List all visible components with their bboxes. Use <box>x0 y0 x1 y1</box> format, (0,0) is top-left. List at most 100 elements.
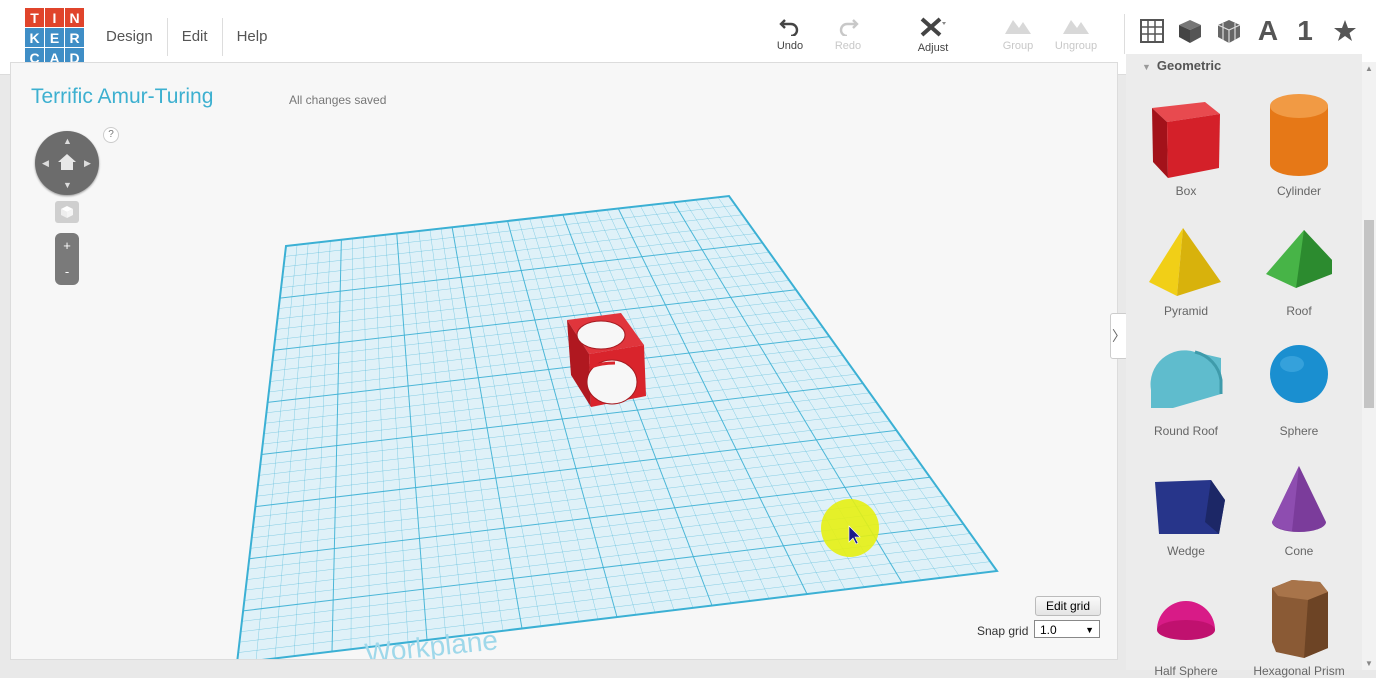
wireframe-cube-icon <box>1217 20 1241 43</box>
view-cube-navigator[interactable]: ▲ ▼ ◀ ▶ <box>35 131 99 195</box>
shape-label: Half Sphere <box>1154 664 1218 678</box>
group-icon <box>1005 20 1031 34</box>
round-roof-shape-icon <box>1150 350 1223 408</box>
adjust-label: Adjust <box>917 42 949 54</box>
pan-right-icon[interactable]: ▶ <box>84 158 91 169</box>
geometric-section-header[interactable]: ▼ Geometric <box>1142 58 1221 73</box>
snap-grid-value: 1.0 <box>1040 623 1057 637</box>
shape-label: Roof <box>1286 304 1312 318</box>
logo-letter: N <box>65 8 84 27</box>
pan-left-icon[interactable]: ◀ <box>42 158 49 169</box>
scroll-down-icon[interactable]: ▼ <box>1365 659 1373 668</box>
zoom-control: + - <box>55 233 79 285</box>
section-title: Geometric <box>1156 58 1222 73</box>
shape-hexagonal-prism[interactable]: Hexagonal Prism <box>1249 572 1349 678</box>
shape-label: Box <box>1175 184 1197 198</box>
text-tab[interactable]: A <box>1251 14 1285 48</box>
shape-label: Round Roof <box>1153 424 1219 438</box>
pyramid-shape-icon <box>1149 228 1221 296</box>
logo-letter: K <box>25 28 44 47</box>
panel-scrollbar[interactable]: ▲ ▼ <box>1362 62 1376 670</box>
help-button[interactable]: ? <box>103 127 119 143</box>
logo-letter: E <box>45 28 64 47</box>
logo-letter: T <box>25 8 44 27</box>
logo-letter: I <box>45 8 64 27</box>
shape-label: Wedge <box>1167 544 1205 558</box>
hexagonal-prism-shape-icon <box>1272 580 1328 658</box>
cube-icon <box>1179 20 1201 43</box>
shape-label: Pyramid <box>1163 304 1208 318</box>
dropdown-arrow-icon: ▼ <box>1085 625 1094 635</box>
chevron-right-icon: 〉 <box>1112 328 1126 344</box>
snap-grid-label: Snap grid <box>977 624 1029 638</box>
shapes-panel: ▼ Geometric Box Cylinder Pyramid Roof Ro… <box>1126 54 1362 678</box>
grid-icon <box>1140 19 1164 43</box>
menu-design[interactable]: Design <box>92 18 168 56</box>
save-status: All changes saved <box>289 93 387 107</box>
redo-label: Redo <box>834 40 862 52</box>
cylinder-shape-icon <box>1270 94 1328 176</box>
shape-box[interactable]: Box <box>1136 92 1236 198</box>
favorites-tab[interactable] <box>1328 14 1362 48</box>
group-button[interactable]: Group <box>990 16 1046 52</box>
roof-shape-icon <box>1266 230 1332 288</box>
adjust-button[interactable]: Adjust <box>905 16 961 54</box>
shape-label: Cone <box>1284 544 1314 558</box>
redo-button[interactable]: Redo <box>820 16 876 52</box>
undo-button[interactable]: Undo <box>762 16 818 52</box>
shape-label: Sphere <box>1279 424 1319 438</box>
ungroup-button[interactable]: Ungroup <box>1048 16 1104 52</box>
ungroup-icon <box>1063 20 1089 34</box>
scrollbar-thumb[interactable] <box>1364 220 1374 408</box>
design-title[interactable]: Terrific Amur-Turing <box>31 85 213 109</box>
shape-round-roof[interactable]: Round Roof <box>1136 332 1236 438</box>
toolbar-divider <box>1124 14 1125 54</box>
tinkercad-logo[interactable]: T I N K E R C A D <box>25 8 85 68</box>
orthographic-toggle[interactable] <box>55 201 79 223</box>
home-icon[interactable] <box>57 153 77 171</box>
collapse-triangle-icon: ▼ <box>1142 62 1151 72</box>
sphere-shape-icon <box>1270 345 1328 403</box>
logo-letter: R <box>65 28 84 47</box>
shape-wedge[interactable]: Wedge <box>1136 452 1236 558</box>
menu-help[interactable]: Help <box>223 18 282 56</box>
pan-up-icon[interactable]: ▲ <box>63 136 72 146</box>
shape-roof[interactable]: Roof <box>1249 212 1349 318</box>
shape-cone[interactable]: Cone <box>1249 452 1349 558</box>
box-shape-icon <box>1152 102 1220 178</box>
number-tab[interactable]: 1 <box>1288 14 1322 48</box>
undo-icon <box>779 19 799 36</box>
shapes-tab[interactable] <box>1173 14 1207 48</box>
number-tab-label: 1 <box>1297 15 1313 46</box>
workplane-canvas[interactable]: Workplane Terrific Amur-Turing All chang… <box>10 62 1118 660</box>
star-icon <box>1334 20 1356 41</box>
cone-shape-icon <box>1272 466 1326 532</box>
text-tab-label: A <box>1257 15 1279 46</box>
shape-label: Cylinder <box>1276 184 1321 198</box>
shape-pyramid[interactable]: Pyramid <box>1136 212 1236 318</box>
menu-edit[interactable]: Edit <box>168 18 223 56</box>
redo-icon <box>839 19 859 36</box>
zoom-in-button[interactable]: + <box>55 233 79 259</box>
wedge-shape-icon <box>1155 480 1225 534</box>
small-cube-icon <box>61 206 73 218</box>
group-label: Group <box>1002 40 1034 52</box>
components-tab[interactable] <box>1212 14 1246 48</box>
edit-grid-button[interactable]: Edit grid <box>1035 596 1102 616</box>
zoom-out-button[interactable]: - <box>55 259 79 285</box>
shape-half-sphere[interactable]: Half Sphere <box>1136 572 1236 678</box>
shape-label: Hexagonal Prism <box>1253 664 1345 678</box>
ungroup-label: Ungroup <box>1054 40 1098 52</box>
snap-grid-select[interactable]: 1.0 ▼ <box>1034 620 1100 638</box>
cursor-highlight <box>821 499 879 557</box>
workplane-grid[interactable]: Workplane <box>11 63 1117 659</box>
scroll-up-icon[interactable]: ▲ <box>1365 64 1373 73</box>
main-menu: Design Edit Help <box>92 18 281 56</box>
shape-cylinder[interactable]: Cylinder <box>1249 92 1349 198</box>
adjust-icon <box>920 17 946 37</box>
grid-tab[interactable] <box>1135 14 1169 48</box>
undo-label: Undo <box>776 40 804 52</box>
pan-down-icon[interactable]: ▼ <box>63 180 72 190</box>
shape-sphere[interactable]: Sphere <box>1249 332 1349 438</box>
half-sphere-shape-icon <box>1157 601 1215 640</box>
